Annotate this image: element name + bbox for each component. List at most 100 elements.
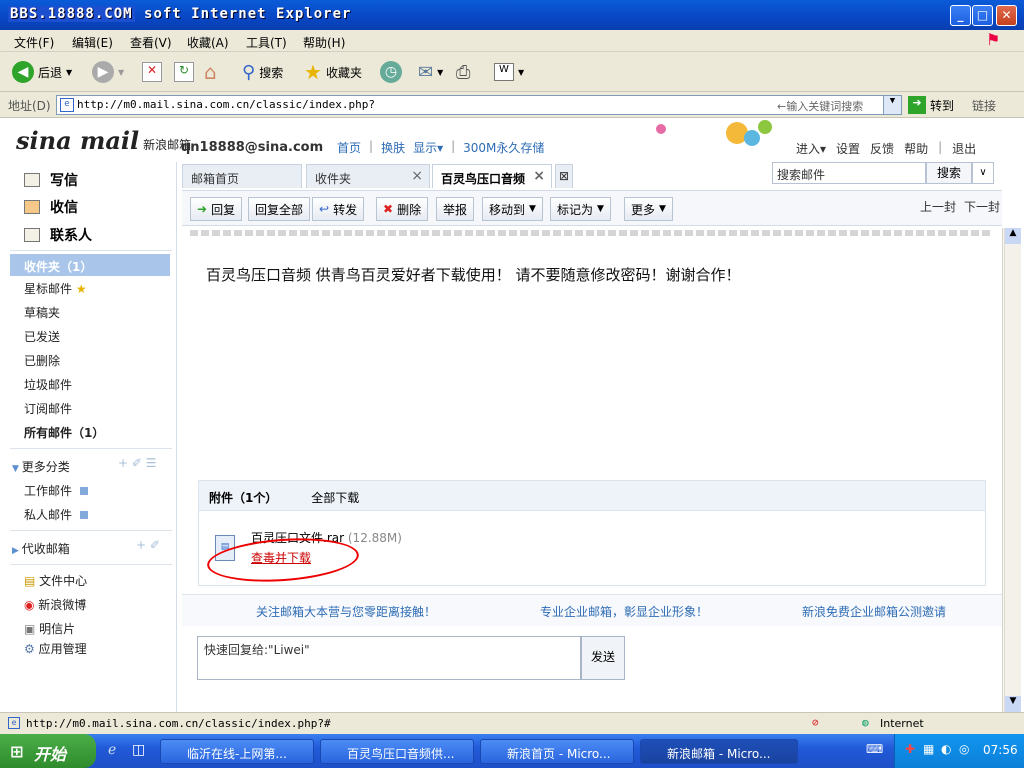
sidebar-item-deleted[interactable]: 已删除	[24, 352, 60, 369]
proxy-mailbox[interactable]: ▶ 代收邮箱	[12, 540, 70, 557]
edit-button[interactable]: W ▼	[494, 60, 524, 84]
report-button[interactable]: 举报	[436, 197, 475, 221]
task-sina-home[interactable]: 新浪首页 - Micro...	[480, 739, 634, 764]
close-button[interactable]: ✕	[996, 5, 1017, 26]
desktop-quicklaunch-icon[interactable]: ◫	[132, 742, 145, 758]
close-icon[interactable]: ×	[411, 168, 423, 184]
promo-link-1[interactable]: 关注邮箱大本营与您零距离接触！	[256, 603, 436, 620]
app-file-center[interactable]: ▤ 文件中心	[24, 572, 87, 589]
task-sina-mail[interactable]: 新浪邮箱 - Micro...	[640, 739, 798, 764]
tab-close-all[interactable]: ⊠	[555, 164, 573, 188]
quick-reply-input[interactable]: 快速回复给:"Liwei"	[197, 636, 581, 680]
back-button[interactable]: ◀ 后退 ▼	[12, 60, 72, 84]
refresh-button[interactable]: ↻	[174, 60, 194, 84]
links-label[interactable]: 链接	[972, 97, 996, 114]
network-icon[interactable]: ▦	[923, 742, 934, 756]
sidebar-item-subscriptions[interactable]: 订阅邮件	[24, 400, 72, 417]
sidebar-item-drafts[interactable]: 草稿夹	[24, 304, 60, 321]
send-button[interactable]: 发送	[581, 636, 625, 680]
settings-link[interactable]: 设置	[836, 140, 860, 157]
shield-icon[interactable]: ✚	[905, 742, 915, 756]
task-bailing[interactable]: 百灵鸟压口音频供...	[320, 739, 474, 764]
search-button[interactable]: ⚲ 搜索	[242, 60, 283, 84]
volume-icon[interactable]: ◐	[941, 742, 951, 756]
mail-button[interactable]: ✉ ▼	[418, 60, 443, 84]
app-postcard[interactable]: ▣ 明信片	[24, 620, 75, 637]
category-tools-icon[interactable]: + ✐ ☰	[118, 456, 157, 470]
address-dropdown[interactable]: ▼	[883, 96, 901, 114]
menu-edit[interactable]: 编辑(E)	[72, 34, 113, 51]
app-weibo[interactable]: ◉ 新浪微博	[24, 596, 86, 613]
browser-scrollbar[interactable]: ▲ ▼	[1004, 228, 1021, 712]
triangle-right-icon: ▶	[12, 546, 22, 556]
display-link[interactable]: 显示▾	[413, 139, 443, 156]
go-label: 转到	[930, 98, 955, 113]
menu-tools[interactable]: 工具(T)	[246, 34, 287, 51]
mail-search-input[interactable]: 搜索邮件	[772, 162, 926, 184]
ie-quicklaunch-icon[interactable]: ℯ	[108, 742, 116, 758]
skin-link[interactable]: 换肤	[381, 139, 405, 156]
storage-link[interactable]: 300M永久存储	[463, 139, 544, 156]
contacts-button[interactable]: 联系人	[24, 225, 92, 245]
minimize-button[interactable]: _	[950, 5, 971, 26]
download-all-link[interactable]: 全部下载	[311, 491, 359, 505]
enter-link[interactable]: 进入▾	[796, 140, 826, 157]
close-all-icon: ⊠	[558, 169, 570, 183]
start-button[interactable]: ⊞ 开始	[0, 734, 96, 768]
tab-current-mail[interactable]: 百灵鸟压口音频 ×	[432, 164, 552, 188]
receive-button[interactable]: 收信	[24, 197, 78, 217]
print-button[interactable]: ⎙	[456, 60, 470, 84]
go-button[interactable]: ➜ 转到	[908, 96, 954, 114]
maximize-button[interactable]: □	[972, 5, 993, 26]
keyboard-icon[interactable]: ⌨	[866, 742, 883, 756]
prev-mail-link[interactable]: 上一封	[920, 198, 956, 215]
sidebar-item-spam[interactable]: 垃圾邮件	[24, 376, 72, 393]
tab-mail-home[interactable]: 邮箱首页	[182, 164, 302, 188]
task-linyi[interactable]: 临沂在线-上网第...	[160, 739, 314, 764]
help-link[interactable]: 帮助	[904, 140, 928, 157]
sidebar-item-sent[interactable]: 已发送	[24, 328, 60, 345]
address-input[interactable]: e http://m0.mail.sina.com.cn/classic/ind…	[56, 95, 902, 115]
menu-view[interactable]: 查看(V)	[130, 34, 172, 51]
mail-search-button[interactable]: 搜索	[926, 162, 972, 184]
favorites-button[interactable]: ★ 收藏夹	[304, 60, 362, 84]
move-to-button[interactable]: 移动到 ▼	[482, 197, 543, 221]
reply-button[interactable]: ➜ 回复	[190, 197, 243, 221]
app-management[interactable]: ⚙ 应用管理	[24, 640, 87, 657]
gear-icon: ⚙	[24, 642, 39, 656]
reply-all-button[interactable]: 回复全部	[248, 197, 311, 221]
proxy-tools-icon[interactable]: + ✐	[136, 538, 160, 552]
logout-link[interactable]: 退出	[952, 140, 976, 157]
mark-as-button[interactable]: 标记为 ▼	[550, 197, 611, 221]
menu-favorites[interactable]: 收藏(A)	[187, 34, 229, 51]
home-link[interactable]: 首页	[337, 139, 361, 156]
write-button[interactable]: 写信	[24, 170, 78, 190]
page-icon: e	[60, 98, 74, 112]
promo-link-2[interactable]: 专业企业邮箱，彰显企业形象！	[540, 603, 708, 620]
history-button[interactable]: ◷	[380, 60, 402, 84]
back-label: 后退	[38, 65, 63, 80]
sidebar-item-work[interactable]: 工作邮件	[24, 482, 89, 499]
menu-help[interactable]: 帮助(H)	[303, 34, 345, 51]
sidebar-item-all[interactable]: 所有邮件（1）	[24, 424, 104, 441]
favorites-label: 收藏夹	[325, 65, 362, 80]
forward-button[interactable]: ▶ ▼	[92, 60, 124, 84]
forward-mail-button[interactable]: ↩ 转发	[312, 197, 365, 221]
stop-button[interactable]: ✕	[142, 60, 162, 84]
home-button[interactable]: ⌂	[204, 60, 217, 84]
more-button[interactable]: 更多 ▼	[624, 197, 673, 221]
close-icon[interactable]: ×	[533, 168, 545, 184]
promo-link-3[interactable]: 新浪免费企业邮箱公测邀请	[802, 603, 946, 620]
sidebar-item-starred[interactable]: 星标邮件 ★	[24, 280, 87, 297]
search-dropdown[interactable]: ∨	[972, 162, 994, 184]
menu-file[interactable]: 文件(F)	[14, 34, 54, 51]
tray-app-icon[interactable]: ◎	[959, 742, 969, 756]
feedback-link[interactable]: 反馈	[870, 140, 894, 157]
chevron-down-icon: ▼	[659, 204, 666, 214]
tab-inbox[interactable]: 收件夹 ×	[306, 164, 430, 188]
sidebar-item-inbox[interactable]: 收件夹（1）	[10, 254, 170, 276]
more-categories[interactable]: ▼ 更多分类	[12, 458, 70, 475]
delete-button[interactable]: ✖ 删除	[376, 197, 429, 221]
next-mail-link[interactable]: 下一封	[964, 198, 1000, 215]
sidebar-item-private[interactable]: 私人邮件	[24, 506, 89, 523]
